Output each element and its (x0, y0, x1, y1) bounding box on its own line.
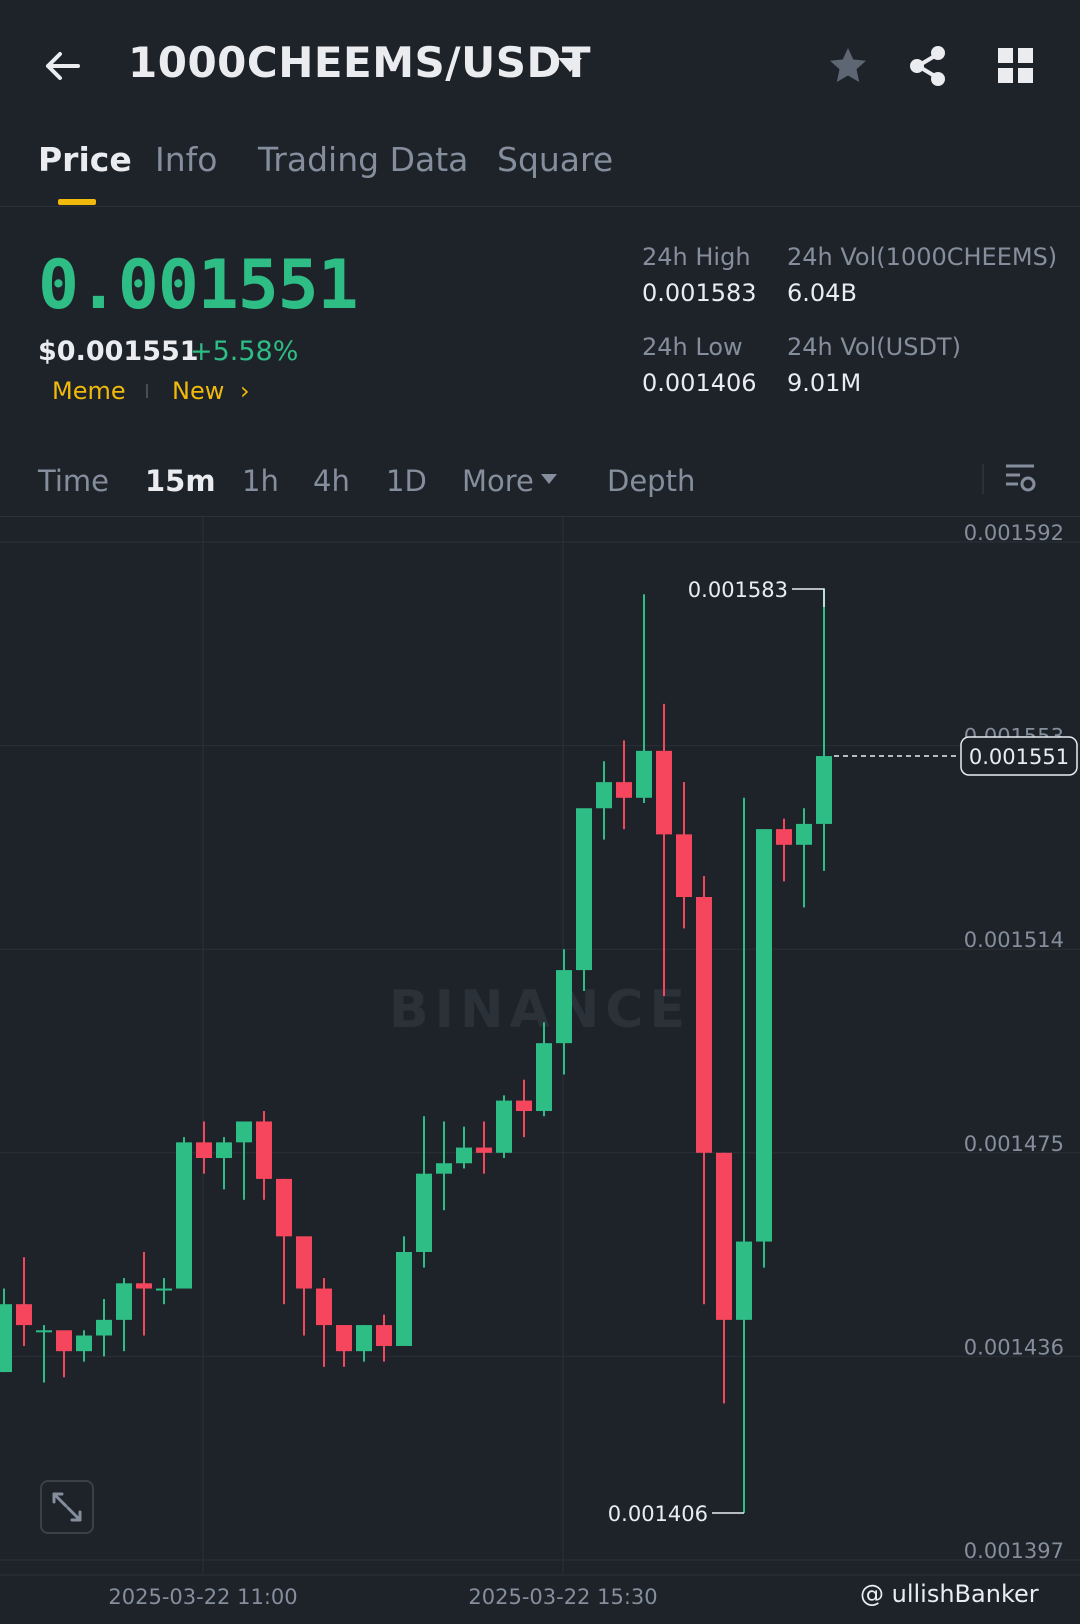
candle-body (756, 829, 772, 1242)
candle-body (776, 829, 792, 845)
candle-body (276, 1178, 292, 1237)
candle-body (716, 1152, 732, 1320)
candle-body (456, 1147, 472, 1164)
candle-body (416, 1173, 432, 1252)
candle-body (436, 1163, 452, 1174)
back-arrow-icon[interactable] (40, 44, 84, 88)
candle-body (376, 1325, 392, 1346)
watermark-handle-text: @ ullishBanker (860, 1580, 1039, 1608)
active-tab-indicator (58, 199, 96, 205)
interval-1d[interactable]: 1D (386, 464, 427, 498)
favorite-star-icon[interactable] (826, 44, 870, 88)
stat-24h-low-label: 24h Low (642, 333, 743, 361)
y-tick-label: 0.001475 (964, 1132, 1064, 1156)
share-icon[interactable] (906, 44, 950, 88)
candle-body (696, 896, 712, 1153)
low-marker-label: 0.001406 (608, 1502, 708, 1526)
candle-body (636, 750, 652, 798)
tag-meme[interactable]: Meme (52, 377, 126, 405)
interval-depth[interactable]: Depth (607, 464, 695, 498)
x-tick-label: 2025-03-22 11:00 (108, 1585, 297, 1609)
x-tick-label: 2025-03-22 15:30 (468, 1585, 657, 1609)
candle-body (216, 1142, 232, 1159)
interval-1h[interactable]: 1h (242, 464, 279, 498)
candle-body (196, 1142, 212, 1159)
tab-square[interactable]: Square (497, 140, 613, 179)
candle-body (16, 1304, 32, 1326)
high-marker-label: 0.001583 (688, 578, 788, 602)
tab-trading-data[interactable]: Trading Data (258, 140, 468, 179)
interval-time[interactable]: Time (38, 464, 109, 498)
candle-body (56, 1330, 72, 1352)
stat-24h-high-value: 0.001583 (642, 279, 757, 307)
candle-body (136, 1283, 152, 1289)
pair-title[interactable]: 1000CHEEMS/USDT (128, 38, 591, 87)
stat-24h-vol-quote-label: 24h Vol(USDT) (787, 333, 961, 361)
candle-body (156, 1288, 172, 1291)
candle-body (816, 756, 832, 824)
interval-4h[interactable]: 4h (313, 464, 350, 498)
tag-separator (146, 384, 148, 398)
layout-grid-icon[interactable] (996, 46, 1036, 86)
candle-body (596, 782, 612, 809)
interval-separator (982, 464, 984, 494)
candle-body (396, 1251, 412, 1346)
tab-info[interactable]: Info (155, 140, 217, 179)
candle-body (676, 834, 692, 897)
y-tick-label: 0.001514 (964, 928, 1064, 952)
expand-icon (52, 1492, 82, 1522)
current-price-label: 0.001551 (969, 745, 1069, 769)
interval-15m[interactable]: 15m (145, 464, 216, 498)
chevron-right-icon[interactable]: › (240, 377, 250, 405)
high-marker-line (792, 588, 825, 607)
candle-body (736, 1241, 752, 1320)
candle-body (296, 1236, 312, 1289)
stat-24h-vol-quote-value: 9.01M (787, 369, 862, 397)
candle-body (556, 970, 572, 1044)
candle-body (536, 1043, 552, 1112)
candle-body (96, 1319, 112, 1336)
candle-body (356, 1325, 372, 1352)
tabs-divider (0, 206, 1080, 207)
stat-24h-high-label: 24h High (642, 243, 751, 271)
tag-new[interactable]: New (172, 377, 224, 405)
pair-dropdown-caret-icon[interactable] (558, 58, 582, 72)
candle-body (76, 1335, 92, 1352)
y-tick-label: 0.001592 (964, 521, 1064, 545)
usd-price: $0.001551 (38, 336, 199, 367)
candle-body (316, 1288, 332, 1326)
candle-body (656, 750, 672, 835)
stat-24h-vol-base-label: 24h Vol(1000CHEEMS) (787, 243, 1058, 271)
interval-more[interactable]: More (462, 464, 534, 498)
last-price: 0.001551 (38, 246, 359, 325)
candle-body (236, 1121, 252, 1143)
candle-body (576, 808, 592, 971)
candle-body (0, 1304, 12, 1373)
fullscreen-expand-button[interactable] (40, 1480, 94, 1534)
price-change-percent: +5.58% (190, 336, 299, 367)
candle-body (176, 1142, 192, 1289)
candle-body (36, 1330, 52, 1333)
candle-body (256, 1121, 272, 1179)
y-tick-label: 0.001436 (964, 1335, 1064, 1359)
chart-settings-icon[interactable] (1004, 460, 1036, 496)
tab-price[interactable]: Price (38, 140, 132, 179)
candle-body (796, 823, 812, 845)
more-caret-icon[interactable] (541, 474, 557, 484)
candle-body (516, 1100, 532, 1112)
stat-24h-low-value: 0.001406 (642, 369, 757, 397)
candle-body (476, 1147, 492, 1153)
y-tick-label: 0.001397 (964, 1539, 1064, 1563)
binance-watermark: BINANCE (389, 980, 691, 1040)
candlestick-chart[interactable]: 0.0015920.0015530.0015140.0014750.001436… (0, 517, 1080, 1624)
candle-body (496, 1100, 512, 1153)
watermark-handle: @ ullishBanker (860, 1580, 1039, 1608)
candle-body (336, 1325, 352, 1352)
candle-body (116, 1283, 132, 1320)
stat-24h-vol-base-value: 6.04B (787, 279, 857, 307)
candle-body (616, 782, 632, 798)
